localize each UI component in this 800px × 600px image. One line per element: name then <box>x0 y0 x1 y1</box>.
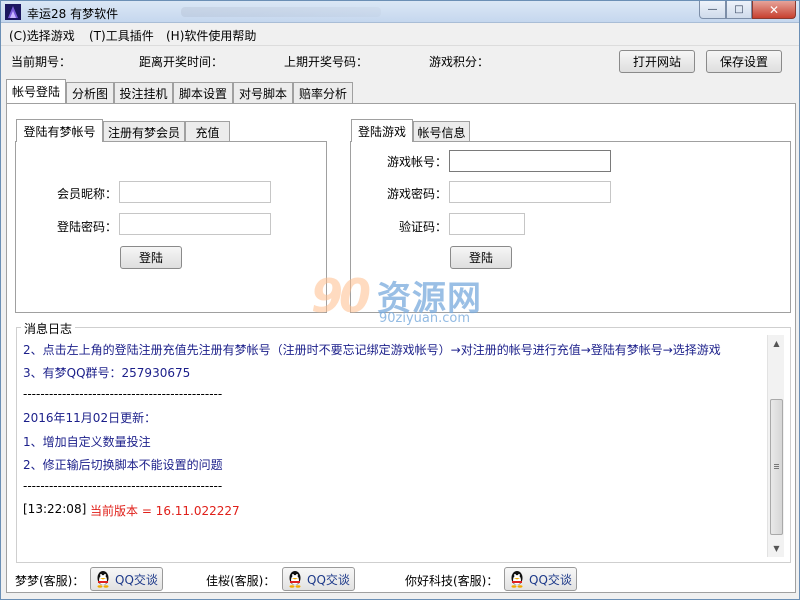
captcha-label: 验证码： <box>398 220 447 234</box>
countdown-label: 距离开奖时间： <box>139 55 224 69</box>
game-account-input[interactable] <box>449 150 611 172</box>
tab-script-settings[interactable]: 脚本设置 <box>173 82 233 103</box>
title-blurred-area <box>181 7 381 17</box>
tab-account-login[interactable]: 帐号登陆 <box>6 79 66 103</box>
qq-chat-label: QQ交谈 <box>529 572 572 587</box>
qq-penguin-icon <box>289 571 301 588</box>
log-separator: ----------------------------------------… <box>23 479 223 493</box>
log-line: 2、修正输后切换脚本不能设置的问题 <box>23 458 223 472</box>
watermark-logo: 90 资源网 90ziyuan.com <box>311 269 501 329</box>
watermark-digits: 90 <box>311 269 371 323</box>
scrollbar-grip <box>774 468 779 469</box>
open-website-button[interactable]: 打开网站 <box>619 50 695 73</box>
close-button[interactable]: ✕ <box>752 1 796 19</box>
nickname-input[interactable] <box>119 181 271 203</box>
menu-bar: (C)选择游戏 (T)工具插件 (H)软件使用帮助 <box>1 24 799 46</box>
window-title: 幸运28 有梦软件 <box>27 7 119 21</box>
game-login-button[interactable]: 登陆 <box>450 246 512 269</box>
log-line: 2016年11月02日更新： <box>23 411 157 425</box>
maximize-button[interactable]: □ <box>726 1 752 19</box>
login-password-label: 登陆密码： <box>56 220 117 234</box>
qq-chat-button-jiaying[interactable]: QQ交谈 <box>282 567 355 591</box>
minimize-button[interactable]: — <box>699 1 726 19</box>
app-icon <box>5 4 21 20</box>
log-line: 3、有梦QQ群号：257930675 <box>23 366 191 380</box>
tab-auto-bet[interactable]: 投注挂机 <box>114 82 173 103</box>
log-line: 2、点击左上角的登陆注册充值先注册有梦帐号（注册时不要忘记绑定游戏帐号）→对注册… <box>23 343 721 357</box>
tab-register-youmeng[interactable]: 注册有梦会员 <box>103 121 185 142</box>
last-number-label: 上期开奖号码： <box>284 55 369 69</box>
title-bar: 幸运28 有梦软件 — □ ✕ <box>1 1 799 23</box>
message-log-title: 消息日志 <box>21 320 76 337</box>
scroll-down-arrow-icon[interactable]: ▼ <box>768 540 785 557</box>
scrollbar-grip <box>774 466 779 467</box>
tab-login-youmeng[interactable]: 登陆有梦帐号 <box>16 119 103 142</box>
service-label-jiaying: 佳桜(客服)： <box>206 574 276 588</box>
service-label-nihao: 你好科技(客服)： <box>405 574 499 588</box>
tab-odds-analysis[interactable]: 赔率分析 <box>293 82 353 103</box>
log-line: 1、增加自定义数量投注 <box>23 435 151 449</box>
log-separator: ----------------------------------------… <box>23 387 223 401</box>
minimize-icon: — <box>707 4 718 15</box>
log-timestamp: [13:22:08] <box>23 502 87 516</box>
menu-select-game[interactable]: (C)选择游戏 <box>9 27 75 44</box>
maximize-icon: □ <box>734 4 744 15</box>
scrollbar-thumb[interactable] <box>770 399 783 535</box>
log-scrollbar[interactable]: ▲ ▼ <box>767 335 784 557</box>
main-window: 幸运28 有梦软件 — □ ✕ (C)选择游戏 (T)工具插件 (H)软件使用帮… <box>0 0 800 600</box>
qq-chat-label: QQ交谈 <box>307 572 350 587</box>
menu-help[interactable]: (H)软件使用帮助 <box>166 27 256 44</box>
message-log[interactable]: 2、点击左上角的登陆注册充值先注册有梦帐号（注册时不要忘记绑定游戏帐号）→对注册… <box>23 337 768 559</box>
tab-recharge[interactable]: 充值 <box>185 121 230 142</box>
scroll-up-arrow-icon[interactable]: ▲ <box>768 335 785 352</box>
service-label-mengmeng: 梦梦(客服)： <box>15 574 85 588</box>
game-password-label: 游戏密码： <box>386 187 447 201</box>
qq-chat-label: QQ交谈 <box>115 572 158 587</box>
qq-penguin-icon <box>97 571 109 588</box>
tab-account-info[interactable]: 帐号信息 <box>413 121 470 142</box>
youmeng-login-button[interactable]: 登陆 <box>120 246 182 269</box>
watermark-url: 90ziyuan.com <box>379 311 471 326</box>
qq-chat-button-nihao[interactable]: QQ交谈 <box>504 567 577 591</box>
log-version-message: 当前版本 = 16.11.022227 <box>90 504 240 518</box>
close-icon: ✕ <box>768 2 780 17</box>
scrollbar-grip <box>774 464 779 465</box>
save-settings-button[interactable]: 保存设置 <box>706 50 782 73</box>
menu-tool-plugins[interactable]: (T)工具插件 <box>89 27 154 44</box>
tab-analysis-chart[interactable]: 分析图 <box>66 82 114 103</box>
qq-chat-button-mengmeng[interactable]: QQ交谈 <box>90 567 163 591</box>
game-password-input[interactable] <box>449 181 611 203</box>
qq-penguin-icon <box>511 571 523 588</box>
tab-login-game[interactable]: 登陆游戏 <box>351 119 413 142</box>
game-account-label: 游戏帐号： <box>386 155 447 169</box>
tab-match-script[interactable]: 对号脚本 <box>233 82 293 103</box>
login-password-input[interactable] <box>119 213 271 235</box>
captcha-input[interactable] <box>449 213 525 235</box>
nickname-label: 会员昵称： <box>56 187 117 201</box>
game-points-label: 游戏积分： <box>429 55 490 69</box>
current-period-label: 当前期号： <box>11 55 72 69</box>
